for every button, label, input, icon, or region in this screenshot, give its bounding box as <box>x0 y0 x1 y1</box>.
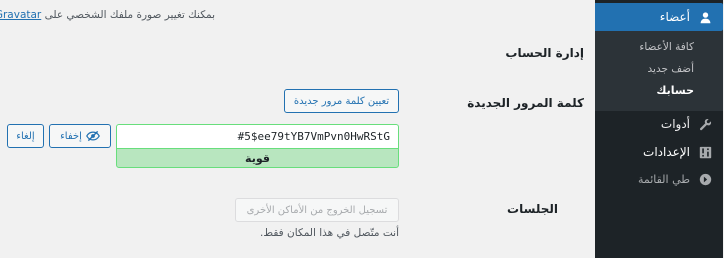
hide-password-button[interactable]: إخفاء <box>50 124 112 148</box>
logout-everywhere-button[interactable]: تسجيل الخروج من الأماكن الأخرى <box>236 198 400 222</box>
account-management-heading: إدارة الحساب <box>506 46 585 60</box>
admin-sidebar: أعضاء كافة الأعضاء أضف جديد حسابك أدوات … <box>596 0 724 258</box>
menu-item-tools-label: أدوات <box>661 117 691 131</box>
collapse-menu-button[interactable]: طي القائمة <box>596 166 724 192</box>
wrench-icon <box>698 116 714 132</box>
generate-password-button[interactable]: تعيين كلمة مرور جديدة <box>285 89 400 113</box>
new-password-label: كلمة المرور الجديدة <box>468 96 585 110</box>
menu-item-users[interactable]: أعضاء <box>596 3 724 31</box>
submenu-item-all-users[interactable]: كافة الأعضاء <box>596 41 724 53</box>
gravatar-note: بمكنك تغيير صورة ملفك الشخصي على Gravata… <box>0 9 216 21</box>
menu-item-settings[interactable]: الإعدادات <box>596 139 724 165</box>
submenu-item-add-new[interactable]: أضف جديد <box>596 63 724 75</box>
password-strength-indicator: قوية <box>117 148 400 168</box>
menu-item-users-label: أعضاء <box>660 10 691 24</box>
profile-content: بمكنك تغيير صورة ملفك الشخصي على Gravata… <box>0 0 596 258</box>
sessions-label: الجلسات <box>508 202 559 216</box>
menu-item-tools[interactable]: أدوات <box>596 111 724 137</box>
gravatar-link[interactable]: Gravatar <box>0 9 42 21</box>
settings-icon <box>698 144 714 160</box>
menu-item-settings-label: الإعدادات <box>644 145 691 159</box>
users-submenu: كافة الأعضاء أضف جديد حسابك <box>596 31 724 111</box>
password-input[interactable]: #5$ee79tYB7VmPvn0HwRStG <box>117 124 400 148</box>
submenu-item-your-profile[interactable]: حسابك <box>596 84 724 97</box>
hide-password-label: إخفاء <box>61 130 83 142</box>
user-icon <box>698 9 714 25</box>
sessions-description: أنت متّصل في هذا المكان فقط. <box>261 227 400 239</box>
eye-slash-icon <box>86 130 101 142</box>
gravatar-note-text: بمكنك تغيير صورة ملفك الشخصي على <box>45 9 216 21</box>
cancel-password-button[interactable]: إلغاء <box>8 124 45 148</box>
collapse-menu-label: طي القائمة <box>638 172 691 186</box>
collapse-icon <box>698 171 714 187</box>
